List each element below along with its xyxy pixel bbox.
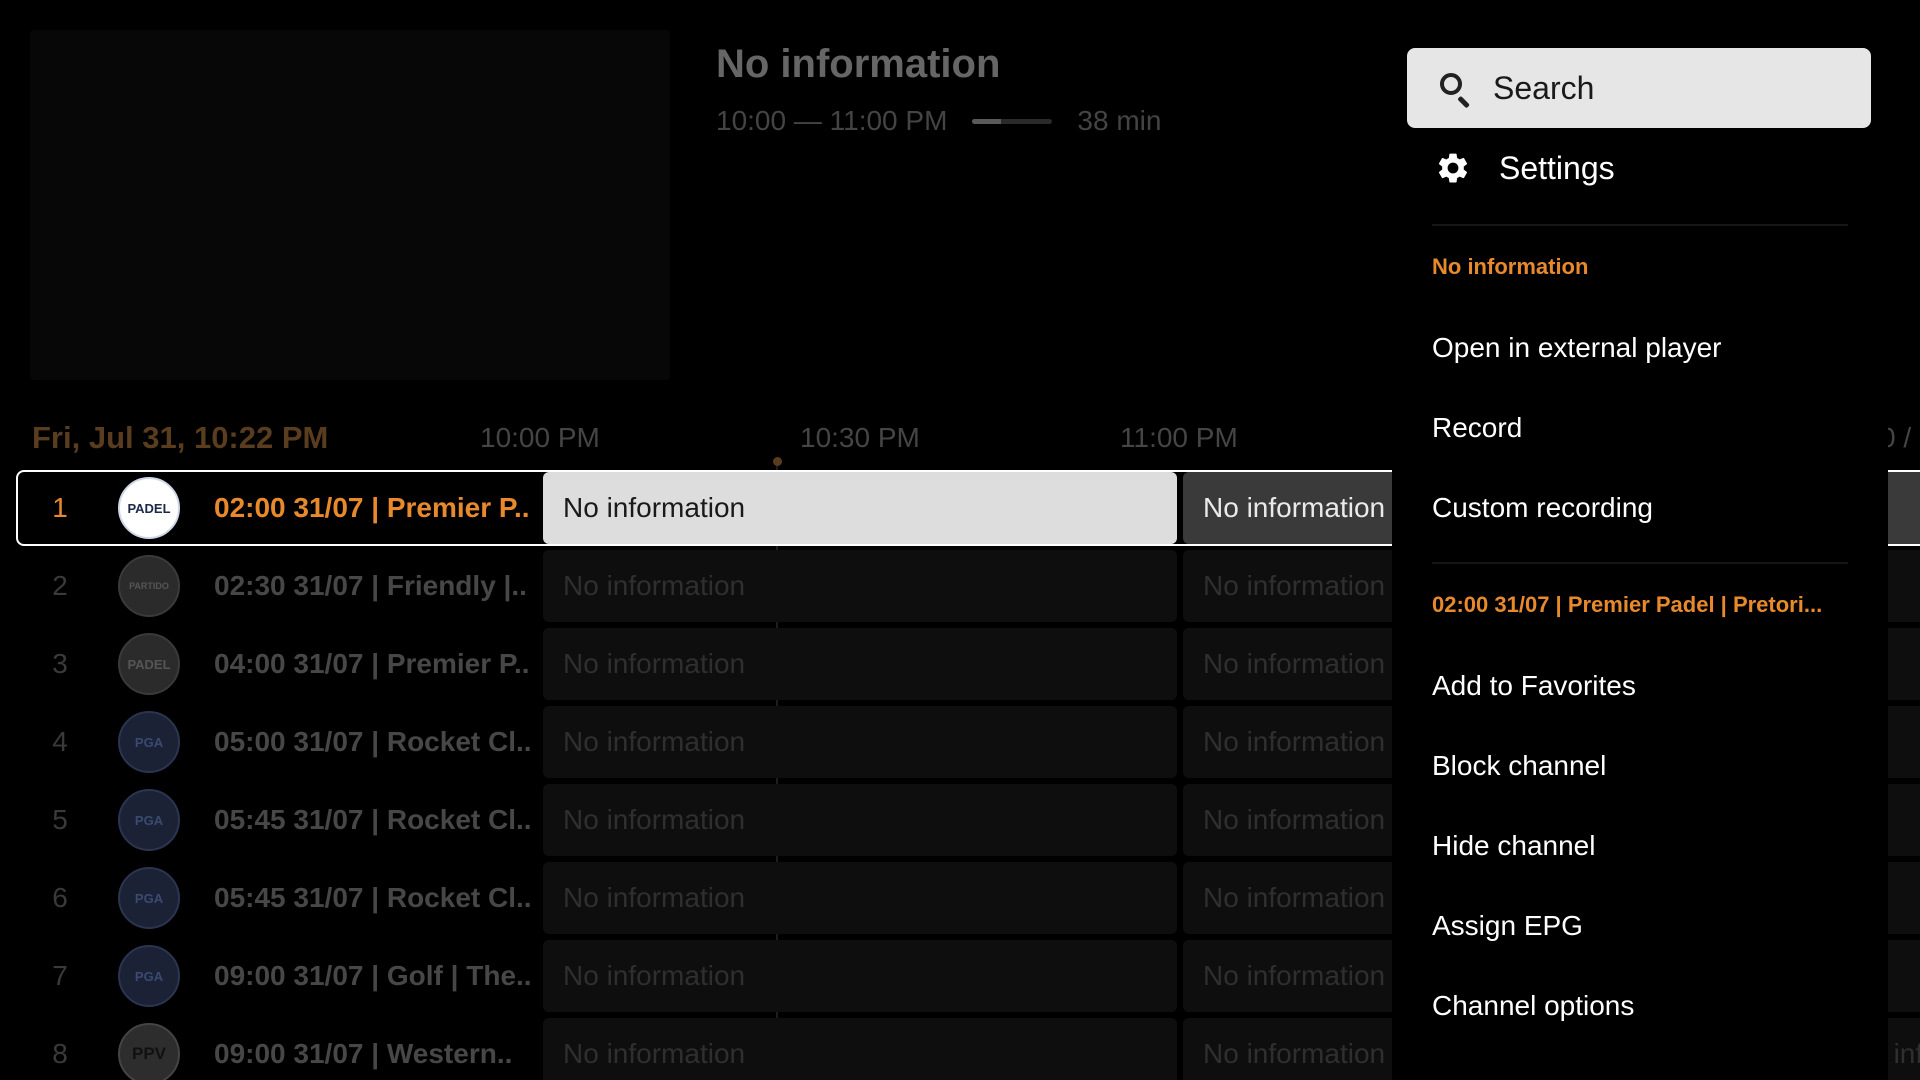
program-cell[interactable]: No information — [543, 550, 1177, 622]
time-mark: 10:00 PM — [480, 422, 600, 453]
program-progress-bar — [972, 118, 1053, 124]
gear-icon — [1438, 153, 1468, 183]
channel-logo: PARTIDO — [118, 555, 180, 617]
custom-recording-item[interactable]: Custom recording — [1432, 492, 1653, 524]
program-time: 10:00 — 11:00 PM — [716, 105, 948, 136]
now-indicator-dot — [773, 457, 782, 466]
channel-name: 05:45 31/07 | Rocket Cl.. — [214, 882, 532, 913]
menu-divider — [1432, 562, 1848, 564]
program-progress-fill — [972, 118, 1002, 124]
channel-name: 05:00 31/07 | Rocket Cl.. — [214, 726, 532, 757]
search-button[interactable]: Search — [1407, 48, 1871, 128]
channel-number: 6 — [52, 882, 68, 913]
program-cell[interactable]: No information — [543, 940, 1177, 1012]
channel-name: 05:45 31/07 | Rocket Cl.. — [214, 804, 532, 835]
channel-name: 02:00 31/07 | Premier P.. — [214, 492, 530, 523]
program-time-row: 10:00 — 11:00 PM 38 min — [716, 105, 1161, 137]
open-external-player-item[interactable]: Open in external player — [1432, 332, 1722, 364]
assign-epg-item[interactable]: Assign EPG — [1432, 910, 1583, 942]
program-title: No information — [716, 42, 1001, 86]
channel-number: 2 — [52, 570, 68, 601]
program-section-title: No information — [1432, 254, 1589, 279]
hide-channel-item[interactable]: Hide channel — [1432, 830, 1595, 862]
program-duration: 38 min — [1077, 105, 1162, 136]
channel-number: 7 — [52, 960, 68, 991]
program-cell[interactable]: No information — [543, 628, 1177, 700]
add-to-favorites-item[interactable]: Add to Favorites — [1432, 670, 1636, 702]
search-icon — [1437, 70, 1473, 109]
settings-label: Settings — [1499, 149, 1615, 186]
program-cell[interactable]: No information — [543, 1018, 1177, 1080]
channel-logo: PPV — [118, 1023, 180, 1080]
video-preview — [30, 30, 670, 380]
channel-logo: PGA — [118, 867, 180, 929]
current-date-time: Fri, Jul 31, 10:22 PM — [32, 420, 329, 455]
program-cell[interactable]: No information — [543, 706, 1177, 778]
channel-name: 09:00 31/07 | Golf | The.. — [214, 960, 532, 991]
channel-number: 5 — [52, 804, 68, 835]
menu-divider — [1432, 224, 1848, 226]
side-menu: Search Settings No information Open in e… — [1392, 0, 1888, 1080]
channel-options-item[interactable]: Channel options — [1432, 990, 1634, 1022]
channel-logo: PADEL — [118, 477, 180, 539]
channel-number: 3 — [52, 648, 68, 679]
channel-number: 4 — [52, 726, 68, 757]
time-mark: 10:30 PM — [800, 422, 920, 453]
channel-logo: PADEL — [118, 633, 180, 695]
channel-number: 1 — [52, 492, 68, 523]
settings-button[interactable]: Settings — [1407, 140, 1871, 196]
channel-name: 02:30 31/07 | Friendly |.. — [214, 570, 527, 601]
time-mark: 11:00 PM — [1120, 422, 1238, 453]
channel-section-title: 02:00 31/07 | Premier Padel | Pretori... — [1432, 592, 1823, 617]
block-channel-item[interactable]: Block channel — [1432, 750, 1606, 782]
record-item[interactable]: Record — [1432, 412, 1522, 444]
channel-name: 09:00 31/07 | Western.. — [214, 1038, 513, 1069]
channel-number: 8 — [52, 1038, 68, 1069]
program-cell[interactable]: No information — [543, 784, 1177, 856]
channel-logo: PGA — [118, 711, 180, 773]
channel-name: 04:00 31/07 | Premier P.. — [214, 648, 530, 679]
program-cell[interactable]: No information — [543, 862, 1177, 934]
channel-logo: PGA — [118, 789, 180, 851]
channel-logo: PGA — [118, 945, 180, 1007]
search-label: Search — [1493, 69, 1595, 106]
program-cell[interactable]: No information — [543, 472, 1177, 544]
